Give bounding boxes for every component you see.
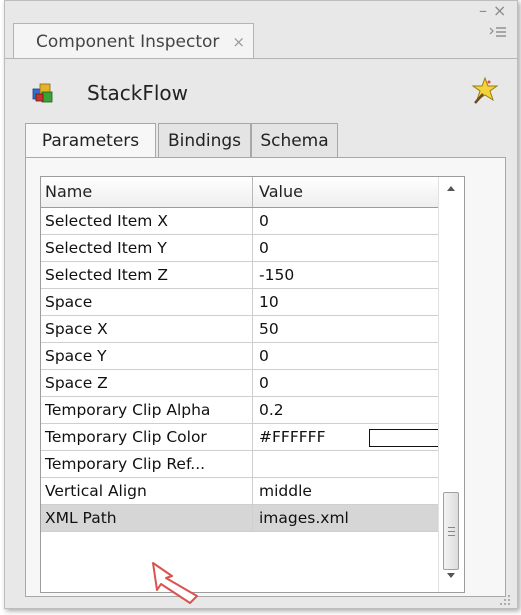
color-value-text: #FFFFFF [259, 428, 326, 446]
header-name[interactable]: Name [41, 177, 252, 207]
header-value[interactable]: Value [252, 177, 464, 207]
resize-grip-icon[interactable] [499, 591, 511, 605]
panel-tab-component-inspector[interactable]: Component Inspector × [13, 23, 254, 59]
table-row[interactable]: Temporary Clip Color #FFFFFF [41, 424, 464, 451]
row-value[interactable]: 0.2 [252, 397, 464, 423]
table-row[interactable]: Vertical Align middle [41, 478, 464, 505]
close-panel-button[interactable]: × [493, 3, 506, 19]
table-row[interactable]: Space Z 0 [41, 370, 464, 397]
panel-tab-divider [5, 58, 517, 59]
row-value[interactable]: middle [252, 478, 464, 504]
table-row-selected[interactable]: XML Path images.xml [41, 505, 464, 532]
panel-tab-label: Component Inspector [36, 32, 220, 52]
component-cubes-icon [30, 80, 56, 106]
component-inspector-panel: – × Component Inspector × StackFlow Para… [4, 0, 518, 609]
row-name: Space Y [45, 347, 107, 365]
row-name: Selected Item X [45, 212, 168, 230]
row-value[interactable]: 0 [252, 343, 464, 369]
row-name: Selected Item Y [45, 239, 167, 257]
table-row[interactable]: Space Y 0 [41, 343, 464, 370]
component-name: StackFlow [87, 81, 189, 105]
scroll-up-arrow-icon[interactable] [447, 186, 455, 191]
row-name: Space X [45, 320, 108, 338]
row-name: Temporary Clip Color [45, 428, 207, 446]
table-row[interactable]: Space 10 [41, 289, 464, 316]
row-value[interactable]: 10 [252, 289, 464, 315]
tab-bindings[interactable]: Bindings [158, 123, 251, 157]
panel-menu-icon[interactable] [489, 25, 507, 39]
table-row[interactable]: Temporary Clip Ref... [41, 451, 464, 478]
tab-parameters[interactable]: Parameters [25, 123, 156, 159]
panel-tab-close-icon[interactable]: × [232, 24, 245, 60]
scroll-thumb[interactable] [443, 492, 459, 570]
row-name: Space Z [45, 374, 108, 392]
vertical-scrollbar[interactable] [438, 177, 464, 592]
table-row[interactable]: Selected Item Y 0 [41, 235, 464, 262]
row-value[interactable]: 50 [252, 316, 464, 342]
row-name: XML Path [45, 509, 117, 527]
table-row[interactable]: Temporary Clip Alpha 0.2 [41, 397, 464, 424]
row-name: Temporary Clip Alpha [45, 401, 211, 419]
parameters-grid: Name Value Selected Item X 0 Selected It… [40, 176, 465, 593]
row-value[interactable]: images.xml [252, 505, 464, 531]
row-name: Temporary Clip Ref... [45, 455, 206, 473]
grid-header: Name Value [41, 177, 464, 208]
row-value[interactable]: -150 [252, 262, 464, 288]
scroll-down-arrow-icon[interactable] [447, 573, 455, 578]
table-row[interactable]: Selected Item X 0 [41, 208, 464, 235]
row-value[interactable]: #FFFFFF [252, 424, 464, 450]
tab-schema[interactable]: Schema [251, 123, 338, 157]
table-row[interactable]: Space X 50 [41, 316, 464, 343]
color-swatch[interactable] [369, 429, 441, 447]
row-value[interactable]: 0 [252, 208, 464, 234]
component-header: StackFlow [25, 75, 505, 111]
row-name: Vertical Align [45, 482, 147, 500]
row-value[interactable]: 0 [252, 235, 464, 261]
star-wand-icon[interactable] [469, 76, 499, 106]
grip-icon [448, 527, 455, 536]
table-row[interactable]: Selected Item Z -150 [41, 262, 464, 289]
row-value[interactable]: 0 [252, 370, 464, 396]
row-name: Space [45, 293, 93, 311]
cursor-arrow-icon [150, 560, 202, 606]
parameters-pane: Name Value Selected Item X 0 Selected It… [25, 157, 506, 597]
minimize-button[interactable]: – [479, 3, 487, 19]
row-name: Selected Item Z [45, 266, 168, 284]
row-value[interactable] [252, 451, 464, 477]
